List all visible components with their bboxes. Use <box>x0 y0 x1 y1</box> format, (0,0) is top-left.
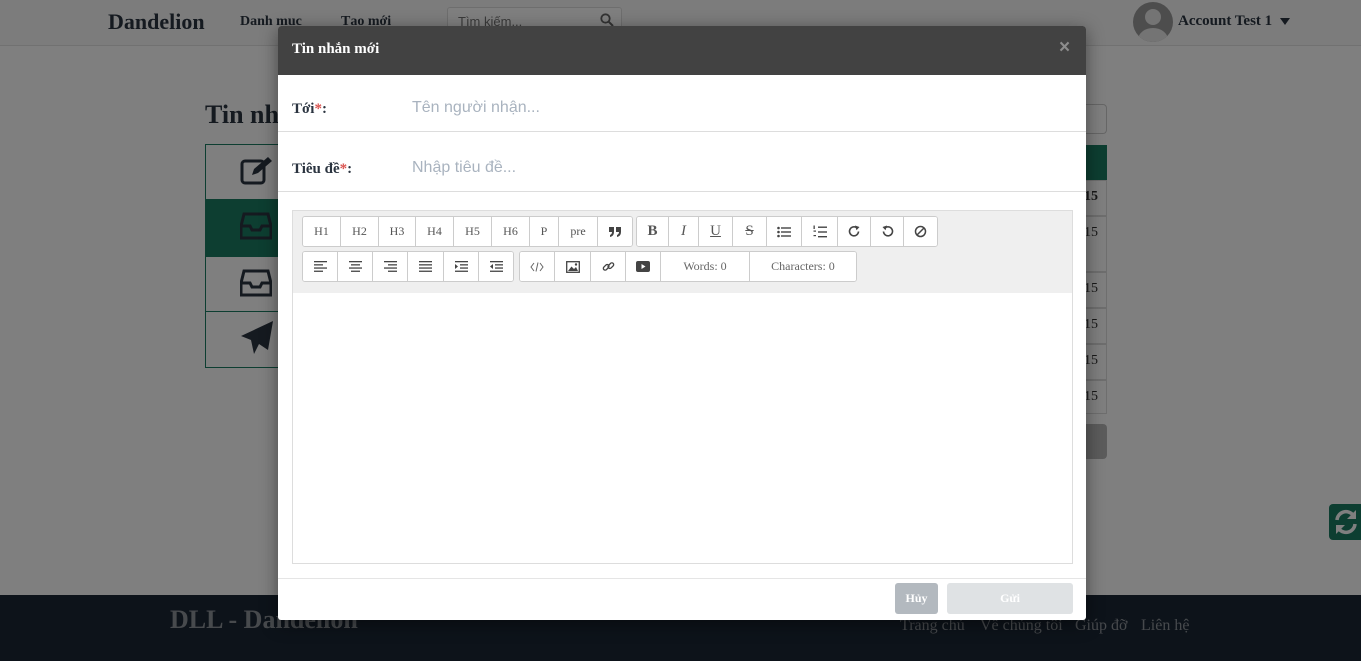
link-icon <box>602 262 614 271</box>
cancel-button[interactable]: Hủy <box>895 583 938 614</box>
insert-button-group: Words: 0 Characters: 0 <box>519 251 857 282</box>
outdent-icon <box>489 261 503 272</box>
code-button[interactable] <box>520 252 555 281</box>
redo-button[interactable] <box>838 217 871 246</box>
editor-toolbar: H1 H2 H3 H4 H5 H6 P pre B I U S Words: 0… <box>293 211 1072 293</box>
indent-button[interactable] <box>444 252 479 281</box>
pre-button[interactable]: pre <box>559 217 598 246</box>
align-left-icon <box>313 261 327 272</box>
align-right-button[interactable] <box>373 252 408 281</box>
recipient-input[interactable] <box>412 91 1072 125</box>
strikethrough-button[interactable]: S <box>733 217 767 246</box>
undo-icon <box>882 225 893 237</box>
outdent-button[interactable] <box>479 252 513 281</box>
blockquote-button[interactable] <box>598 217 632 246</box>
numbered-list-button[interactable] <box>802 217 838 246</box>
indent-icon <box>454 261 468 272</box>
format-button-group: B I U S <box>636 216 938 247</box>
clear-format-icon <box>914 225 927 238</box>
h5-button[interactable]: H5 <box>454 217 492 246</box>
align-justify-icon <box>419 261 432 272</box>
italic-button[interactable]: I <box>669 217 699 246</box>
justify-button[interactable] <box>408 252 444 281</box>
divider <box>278 578 1086 579</box>
video-icon <box>636 261 650 272</box>
message-body-editor[interactable] <box>293 293 1072 563</box>
subject-input[interactable] <box>412 151 1072 185</box>
alignment-button-group <box>302 251 514 282</box>
align-left-button[interactable] <box>303 252 338 281</box>
align-center-button[interactable] <box>338 252 373 281</box>
send-button[interactable]: Gửi <box>947 583 1073 614</box>
h1-button[interactable]: H1 <box>303 217 341 246</box>
recipient-label: Tới*: <box>292 101 327 117</box>
numbered-list-icon <box>813 225 827 237</box>
subject-label: Tiêu đề*: <box>292 161 353 177</box>
image-icon <box>565 260 580 273</box>
word-count: Words: 0 <box>661 252 750 281</box>
rich-text-editor: H1 H2 H3 H4 H5 H6 P pre B I U S Words: 0… <box>292 210 1073 564</box>
quote-icon <box>609 226 621 237</box>
divider <box>278 191 1086 192</box>
h6-button[interactable]: H6 <box>492 217 530 246</box>
image-button[interactable] <box>555 252 591 281</box>
h3-button[interactable]: H3 <box>379 217 416 246</box>
divider <box>278 131 1086 132</box>
clear-format-button[interactable] <box>904 217 937 246</box>
h2-button[interactable]: H2 <box>341 217 379 246</box>
modal-title: Tin nhắn mới <box>292 41 380 57</box>
close-icon[interactable]: × <box>1059 37 1070 59</box>
bullet-list-icon <box>777 226 791 237</box>
paragraph-button[interactable]: P <box>530 217 559 246</box>
character-count: Characters: 0 <box>750 252 856 281</box>
h4-button[interactable]: H4 <box>416 217 454 246</box>
undo-button[interactable] <box>871 217 904 246</box>
modal-header: Tin nhắn mới × <box>278 26 1086 75</box>
align-center-icon <box>348 261 362 272</box>
bullet-list-button[interactable] <box>767 217 802 246</box>
video-button[interactable] <box>626 252 661 281</box>
underline-button[interactable]: U <box>699 217 733 246</box>
heading-button-group: H1 H2 H3 H4 H5 H6 P pre <box>302 216 633 247</box>
code-icon <box>530 261 544 272</box>
link-button[interactable] <box>591 252 626 281</box>
redo-icon <box>848 225 859 237</box>
new-message-modal: Tin nhắn mới × Tới*: Tiêu đề*: H1 H2 H3 … <box>278 26 1086 620</box>
bold-button[interactable]: B <box>637 217 669 246</box>
align-right-icon <box>383 261 397 272</box>
